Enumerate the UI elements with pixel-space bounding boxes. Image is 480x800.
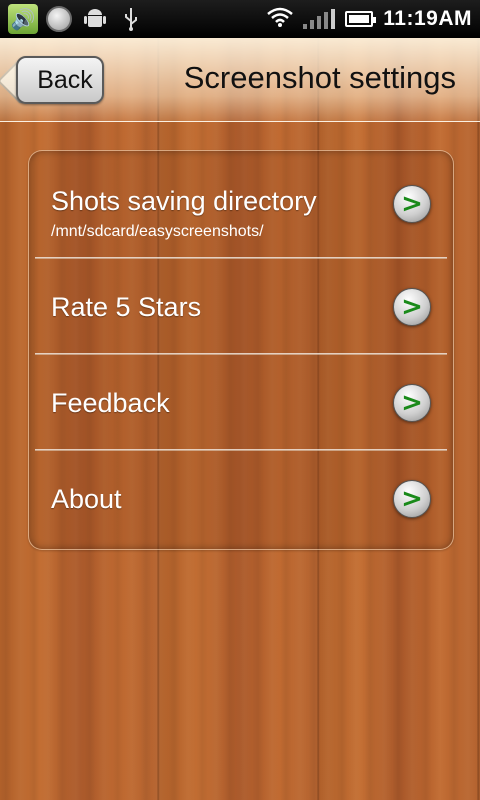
chevron-right-icon: >	[393, 480, 431, 518]
back-button[interactable]: Back	[16, 56, 104, 104]
usb-icon	[116, 4, 146, 34]
list-item-sublabel: /mnt/sdcard/easyscreenshots/	[51, 222, 264, 240]
settings-list: Shots saving directory /mnt/sdcard/easys…	[28, 150, 454, 550]
list-item-label: Shots saving directory	[51, 185, 317, 216]
list-item-saving-directory[interactable]: Shots saving directory /mnt/sdcard/easys…	[35, 171, 447, 255]
title-bar: Back Screenshot settings	[0, 38, 480, 122]
list-item-label: Rate 5 Stars	[51, 291, 202, 322]
list-item-rate[interactable]: Rate 5 Stars >	[35, 269, 447, 345]
signal-icon	[303, 9, 336, 29]
list-item-label: Feedback	[51, 387, 170, 418]
wifi-icon	[267, 7, 294, 32]
list-item-about[interactable]: About >	[35, 461, 447, 537]
chevron-right-icon: >	[393, 288, 431, 326]
status-bar: 🔊 11:19AM	[0, 0, 480, 38]
chevron-right-icon: >	[393, 185, 431, 223]
chevron-right-icon: >	[393, 384, 431, 422]
list-item-label: About	[51, 483, 122, 514]
divider	[35, 257, 447, 259]
volume-icon: 🔊	[8, 4, 38, 34]
divider	[35, 449, 447, 451]
list-item-feedback[interactable]: Feedback >	[35, 365, 447, 441]
android-icon	[80, 4, 110, 34]
battery-icon	[345, 11, 377, 27]
divider	[35, 353, 447, 355]
status-clock: 11:19AM	[383, 7, 472, 30]
page-title: Screenshot settings	[183, 60, 456, 95]
circle-icon	[44, 4, 74, 34]
